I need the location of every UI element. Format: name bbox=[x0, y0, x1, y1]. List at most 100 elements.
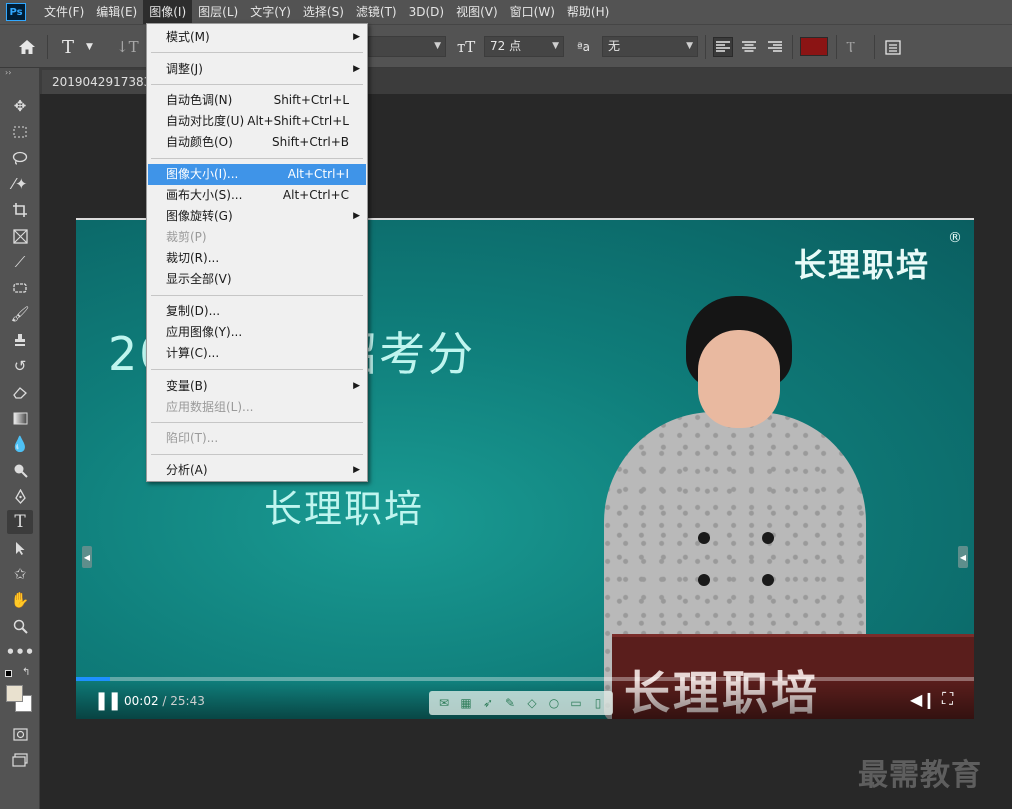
pen-tool-icon[interactable] bbox=[7, 484, 33, 508]
more-icon[interactable]: ▯ bbox=[587, 693, 609, 713]
crop-tool-icon[interactable] bbox=[7, 198, 33, 222]
menu-shortcut: Shift+Ctrl+B bbox=[272, 135, 349, 149]
screen-icon[interactable]: ▭ bbox=[565, 693, 587, 713]
menu-item-analysis[interactable]: 分析(A) ▶ bbox=[148, 460, 366, 481]
eraser-icon[interactable] bbox=[7, 380, 33, 404]
warp-text-icon[interactable]: Ⲧ bbox=[846, 25, 855, 69]
text-tool-preset-icon[interactable]: T bbox=[62, 25, 74, 69]
menu-shortcut: Shift+Ctrl+L bbox=[273, 93, 349, 107]
menu-type[interactable]: 文字(Y) bbox=[244, 0, 297, 24]
menu-item-apply-image[interactable]: 应用图像(Y)... bbox=[148, 322, 366, 343]
align-left-button[interactable] bbox=[713, 37, 733, 57]
swap-colors-icon[interactable]: ↰ bbox=[22, 667, 30, 678]
dodge-tool-icon[interactable] bbox=[7, 458, 33, 482]
quick-mask-icon[interactable] bbox=[7, 722, 33, 746]
duration: 25:43 bbox=[170, 694, 205, 708]
more-tools-icon[interactable]: ••• bbox=[6, 640, 35, 664]
zoom-tool-icon[interactable] bbox=[7, 614, 33, 638]
chevron-down-icon: ▼ bbox=[434, 41, 441, 51]
blur-tool-icon[interactable]: 💧 bbox=[7, 432, 33, 456]
screen-mode-icon[interactable] bbox=[7, 748, 33, 772]
menu-view[interactable]: 视图(V) bbox=[450, 0, 504, 24]
menu-item-label: 复制(D)... bbox=[166, 304, 221, 318]
menu-item-auto-tone[interactable]: 自动色调(N) Shift+Ctrl+L bbox=[148, 90, 366, 111]
move-tool-icon[interactable]: ✥ bbox=[7, 94, 33, 118]
menu-image[interactable]: 图像(I) bbox=[143, 0, 193, 24]
menu-separator bbox=[151, 84, 363, 85]
menu-3d[interactable]: 3D(D) bbox=[403, 0, 450, 24]
menu-item-image-size[interactable]: 图像大小(I)... Alt+Ctrl+I bbox=[148, 164, 366, 185]
board-subtitle-text: 长理职培 bbox=[264, 487, 425, 531]
color-reset-icons[interactable]: ↰ bbox=[5, 667, 35, 680]
font-style-select[interactable]: ▼ bbox=[368, 36, 446, 57]
eyedropper-icon[interactable]: ⟋ bbox=[7, 250, 33, 274]
type-tool-icon[interactable]: T bbox=[7, 510, 33, 534]
align-right-button[interactable] bbox=[765, 37, 785, 57]
character-panel-icon[interactable] bbox=[885, 25, 901, 69]
menu-file[interactable]: 文件(F) bbox=[38, 0, 90, 24]
menu-item-duplicate[interactable]: 复制(D)... bbox=[148, 301, 366, 322]
pen-icon[interactable]: ✎ bbox=[499, 693, 521, 713]
volume-icon[interactable]: ◀❙ bbox=[910, 690, 936, 709]
chevron-down-icon[interactable]: ▼ bbox=[86, 25, 93, 69]
history-brush-icon[interactable]: ↺ bbox=[7, 354, 33, 378]
menu-item-canvas-size[interactable]: 画布大小(S)... Alt+Ctrl+C bbox=[148, 185, 366, 206]
search-icon[interactable]: ○ bbox=[543, 693, 565, 713]
healing-brush-icon[interactable] bbox=[7, 276, 33, 300]
menu-window[interactable]: 窗口(W) bbox=[504, 0, 561, 24]
menu-item-crop: 裁剪(P) bbox=[148, 227, 366, 248]
menu-item-auto-contrast[interactable]: 自动对比度(U) Alt+Shift+Ctrl+L bbox=[148, 111, 366, 132]
menu-item-reveal-all[interactable]: 显示全部(V) bbox=[148, 269, 366, 290]
magic-wand-icon[interactable]: ⁄✦ bbox=[7, 172, 33, 196]
menu-edit[interactable]: 编辑(E) bbox=[90, 0, 143, 24]
path-selection-icon[interactable] bbox=[7, 536, 33, 560]
align-center-button[interactable] bbox=[739, 37, 759, 57]
font-size-select[interactable]: 72 点 ▼ bbox=[484, 36, 564, 57]
menu-item-adjustments[interactable]: 调整(J) ▶ bbox=[148, 59, 366, 80]
lasso-tool-icon[interactable] bbox=[7, 146, 33, 170]
menu-item-calculations[interactable]: 计算(C)... bbox=[148, 343, 366, 364]
chevron-right-icon[interactable]: ◀ bbox=[958, 546, 968, 568]
antialias-select[interactable]: 无 ▼ bbox=[602, 36, 698, 57]
pointer-icon[interactable]: ➶ bbox=[477, 693, 499, 713]
mail-icon[interactable]: ✉ bbox=[433, 693, 455, 713]
divider bbox=[874, 35, 875, 59]
menu-item-label: 图像旋转(G) bbox=[166, 209, 233, 223]
menu-item-variables[interactable]: 变量(B) ▶ bbox=[148, 376, 366, 397]
menu-item-trap: 陷印(T)... bbox=[148, 428, 366, 449]
chevron-left-icon[interactable]: ◀ bbox=[82, 546, 92, 568]
foreground-color-swatch[interactable] bbox=[6, 685, 23, 702]
menu-item-mode[interactable]: 模式(M) ▶ bbox=[148, 27, 366, 48]
video-annotation-toolbar: ✉ ▦ ➶ ✎ ◇ ○ ▭ ▯ bbox=[429, 691, 613, 715]
jacket-button bbox=[762, 574, 774, 586]
default-colors-icon[interactable] bbox=[5, 670, 12, 677]
text-orientation-icon[interactable]: ↓T bbox=[116, 25, 139, 69]
menu-filter[interactable]: 滤镜(T) bbox=[350, 0, 403, 24]
menu-layer[interactable]: 图层(L) bbox=[192, 0, 244, 24]
align-center-icon bbox=[742, 41, 756, 52]
menu-help[interactable]: 帮助(H) bbox=[561, 0, 615, 24]
menu-item-image-rotation[interactable]: 图像旋转(G) ▶ bbox=[148, 206, 366, 227]
gradient-icon[interactable] bbox=[7, 406, 33, 430]
marquee-tool-icon[interactable] bbox=[7, 120, 33, 144]
menu-item-trim[interactable]: 裁切(R)... bbox=[148, 248, 366, 269]
collapse-panel-icon[interactable]: ›› bbox=[5, 68, 11, 77]
pause-icon[interactable]: ❚❚ bbox=[94, 690, 122, 711]
custom-shape-icon[interactable]: ✩ bbox=[7, 562, 33, 586]
menu-separator bbox=[151, 295, 363, 296]
frame-tool-icon[interactable] bbox=[7, 224, 33, 248]
video-controls: ❚❚ 00:02 / 25:43 ✉ ▦ ➶ ✎ ◇ ○ ▭ ▯ ◀❙ ⛶ bbox=[76, 681, 974, 719]
menu-item-auto-color[interactable]: 自动颜色(O) Shift+Ctrl+B bbox=[148, 132, 366, 153]
fullscreen-icon[interactable]: ⛶ bbox=[942, 689, 953, 709]
menu-select[interactable]: 选择(S) bbox=[297, 0, 350, 24]
brand-logo-text: 长理职培 bbox=[794, 246, 931, 284]
home-icon[interactable] bbox=[18, 25, 36, 69]
hand-tool-icon[interactable]: ✋ bbox=[7, 588, 33, 612]
menu-item-label: 裁切(R)... bbox=[166, 251, 220, 265]
photoshop-logo-icon[interactable]: Ps bbox=[6, 3, 26, 21]
brush-tool-icon[interactable]: 🖌 bbox=[7, 302, 33, 326]
eraser-icon[interactable]: ◇ bbox=[521, 693, 543, 713]
text-color-swatch[interactable] bbox=[800, 37, 828, 56]
qr-code-icon[interactable]: ▦ bbox=[455, 693, 477, 713]
clone-stamp-icon[interactable] bbox=[7, 328, 33, 352]
